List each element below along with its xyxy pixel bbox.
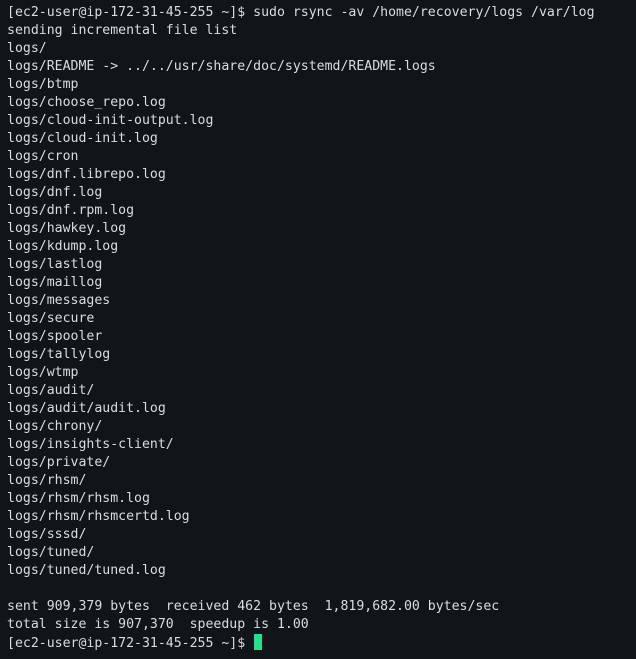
output-line: logs/audit/audit.log — [7, 401, 166, 416]
output-line: logs/rhsm/rhsm.log — [7, 491, 150, 506]
output-line: logs/wtmp — [7, 365, 79, 380]
text-cursor — [254, 634, 263, 650]
output-line: logs/secure — [7, 311, 95, 326]
active-prompt-line[interactable]: [ec2-user@ip-172-31-45-255 ~]$ — [7, 634, 636, 652]
output-line: logs/cron — [7, 149, 79, 164]
terminal-output: sending incremental file list logs/logs/R… — [7, 22, 636, 634]
output-line: logs/chrony/ — [7, 419, 103, 434]
output-line: logs/dnf.librepo.log — [7, 167, 166, 182]
output-line: logs/dnf.log — [7, 185, 103, 200]
shell-prompt: [ec2-user@ip-172-31-45-255 ~]$ — [7, 636, 254, 651]
output-line: logs/cloud-init-output.log — [7, 113, 214, 128]
output-line: logs/maillog — [7, 275, 103, 290]
output-line: logs/private/ — [7, 455, 111, 470]
output-line: logs/audit/ — [7, 383, 95, 398]
output-line: logs/dnf.rpm.log — [7, 203, 135, 218]
output-line: logs/btmp — [7, 77, 79, 92]
command-line: [ec2-user@ip-172-31-45-255 ~]$ sudo rsyn… — [7, 4, 636, 22]
output-line: logs/sssd/ — [7, 527, 87, 542]
output-line: logs/ — [7, 41, 47, 56]
output-line: logs/rhsm/ — [7, 473, 87, 488]
output-line: logs/tallylog — [7, 347, 111, 362]
terminal-window[interactable]: [ec2-user@ip-172-31-45-255 ~]$ sudo rsyn… — [0, 0, 636, 659]
command-text: sudo rsync -av /home/recovery/logs /var/… — [253, 5, 595, 20]
output-line: logs/cloud-init.log — [7, 131, 158, 146]
output-line: sent 909,379 bytes received 462 bytes 1,… — [7, 599, 500, 614]
output-line: logs/rhsm/rhsmcertd.log — [7, 509, 190, 524]
output-line: logs/tuned/tuned.log — [7, 563, 166, 578]
output-line: logs/hawkey.log — [7, 221, 127, 236]
output-line: sending incremental file list — [7, 23, 238, 38]
output-line: logs/choose_repo.log — [7, 95, 166, 110]
output-line: total size is 907,370 speedup is 1.00 — [7, 617, 309, 632]
shell-prompt: [ec2-user@ip-172-31-45-255 ~]$ — [7, 5, 254, 20]
output-line: logs/spooler — [7, 329, 103, 344]
output-line: logs/insights-client/ — [7, 437, 174, 452]
output-line: logs/messages — [7, 293, 111, 308]
output-line: logs/tuned/ — [7, 545, 95, 560]
output-line: logs/lastlog — [7, 257, 103, 272]
output-line: logs/README -> ../../usr/share/doc/syste… — [7, 59, 436, 74]
output-line: logs/kdump.log — [7, 239, 119, 254]
